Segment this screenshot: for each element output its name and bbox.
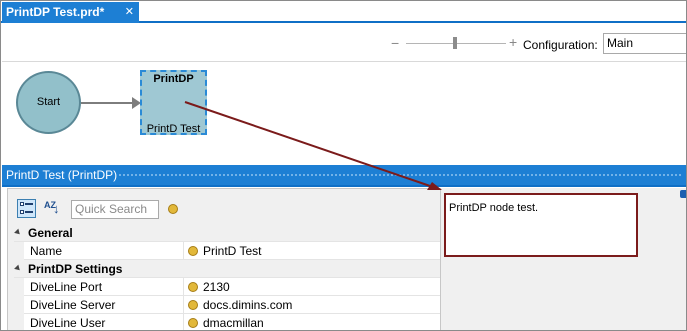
categorized-icon-line — [25, 211, 33, 213]
node-note-textbox[interactable]: PrintDP node test. — [444, 193, 638, 257]
note-panel-tab-icon[interactable] — [680, 190, 686, 198]
start-node[interactable]: Start — [16, 71, 81, 134]
properties-header-title: PrintD Test (PrintDP) — [6, 168, 118, 182]
application-window: PrintDP Test.prd* ✕ − + Configuration: M… — [0, 0, 687, 331]
collapse-icon[interactable] — [14, 264, 22, 273]
zoom-slider-thumb[interactable] — [453, 37, 457, 49]
sort-arrow-icon: ↓ — [53, 201, 60, 216]
tab-printdp-test[interactable]: PrintDP Test.prd* ✕ — [2, 2, 139, 23]
row-gutter — [14, 278, 24, 296]
property-name: Name — [30, 244, 63, 258]
property-row[interactable]: Name PrintD Test — [14, 242, 440, 260]
alphabetical-sort-button[interactable]: AZ ↓ — [42, 199, 62, 218]
toolbar-divider — [2, 61, 686, 62]
category-label: General — [28, 226, 73, 240]
column-divider — [183, 278, 184, 296]
categorized-icon-box — [20, 210, 24, 214]
property-value[interactable]: dmacmillan — [203, 314, 264, 330]
row-gutter — [14, 242, 24, 260]
process-designer: − + Configuration: Main Start PrintDP Pr… — [2, 25, 686, 165]
info-icon[interactable] — [168, 204, 178, 214]
node-note-text: PrintDP node test. — [449, 202, 539, 214]
property-value[interactable]: docs.dimins.com — [203, 296, 292, 314]
property-row[interactable]: DiveLine User dmacmillan — [14, 314, 440, 330]
zoom-out-button[interactable]: − — [391, 36, 399, 50]
property-value[interactable]: 2130 — [203, 278, 230, 296]
column-divider — [183, 314, 184, 330]
categorized-view-button[interactable] — [17, 199, 36, 218]
properties-header-underline — [2, 185, 686, 187]
start-node-label: Start — [36, 96, 61, 108]
category-row-printdp-settings[interactable]: PrintDP Settings — [14, 260, 440, 278]
close-icon[interactable]: ✕ — [125, 2, 134, 23]
value-source-icon — [188, 300, 198, 310]
value-source-icon — [188, 282, 198, 292]
property-grid: AZ ↓ Quick Search General Name PrintD Te… — [7, 188, 441, 330]
column-divider — [183, 242, 184, 260]
document-tab-strip: PrintDP Test.prd* ✕ — [1, 1, 686, 23]
collapse-icon[interactable] — [14, 228, 22, 237]
configuration-select[interactable]: Main — [603, 33, 686, 54]
header-grip — [118, 173, 683, 177]
value-source-icon — [188, 318, 198, 328]
zoom-in-button[interactable]: + — [509, 35, 517, 49]
property-rows: General Name PrintD Test PrintDP Setting… — [14, 224, 440, 330]
property-row[interactable]: DiveLine Server docs.dimins.com — [14, 296, 440, 314]
category-row-general[interactable]: General — [14, 224, 440, 242]
categorized-icon-line — [25, 203, 33, 205]
column-divider — [183, 296, 184, 314]
quick-search-input[interactable]: Quick Search — [71, 200, 159, 219]
property-name: DiveLine Port — [30, 280, 103, 294]
row-gutter — [14, 314, 24, 330]
connector-line — [81, 102, 134, 104]
value-source-icon — [188, 246, 198, 256]
configuration-label: Configuration: — [523, 38, 598, 52]
property-name: DiveLine Server — [30, 298, 116, 312]
property-row[interactable]: DiveLine Port 2130 — [14, 278, 440, 296]
tab-title: PrintDP Test.prd* — [6, 5, 105, 19]
category-label: PrintDP Settings — [28, 262, 123, 276]
sort-az-icon: AZ — [44, 200, 56, 210]
property-value[interactable]: PrintD Test — [203, 242, 261, 260]
property-name: DiveLine User — [30, 316, 106, 330]
printdp-node-name: PrintD Test — [146, 123, 201, 135]
printdp-node-type: PrintDP — [153, 73, 194, 85]
row-gutter — [14, 296, 24, 314]
printdp-node[interactable]: PrintDP PrintD Test — [140, 70, 207, 135]
categorized-icon-box — [20, 202, 24, 206]
properties-header: PrintD Test (PrintDP) — [2, 165, 686, 185]
property-grid-toolbar: AZ ↓ Quick Search — [8, 189, 440, 225]
